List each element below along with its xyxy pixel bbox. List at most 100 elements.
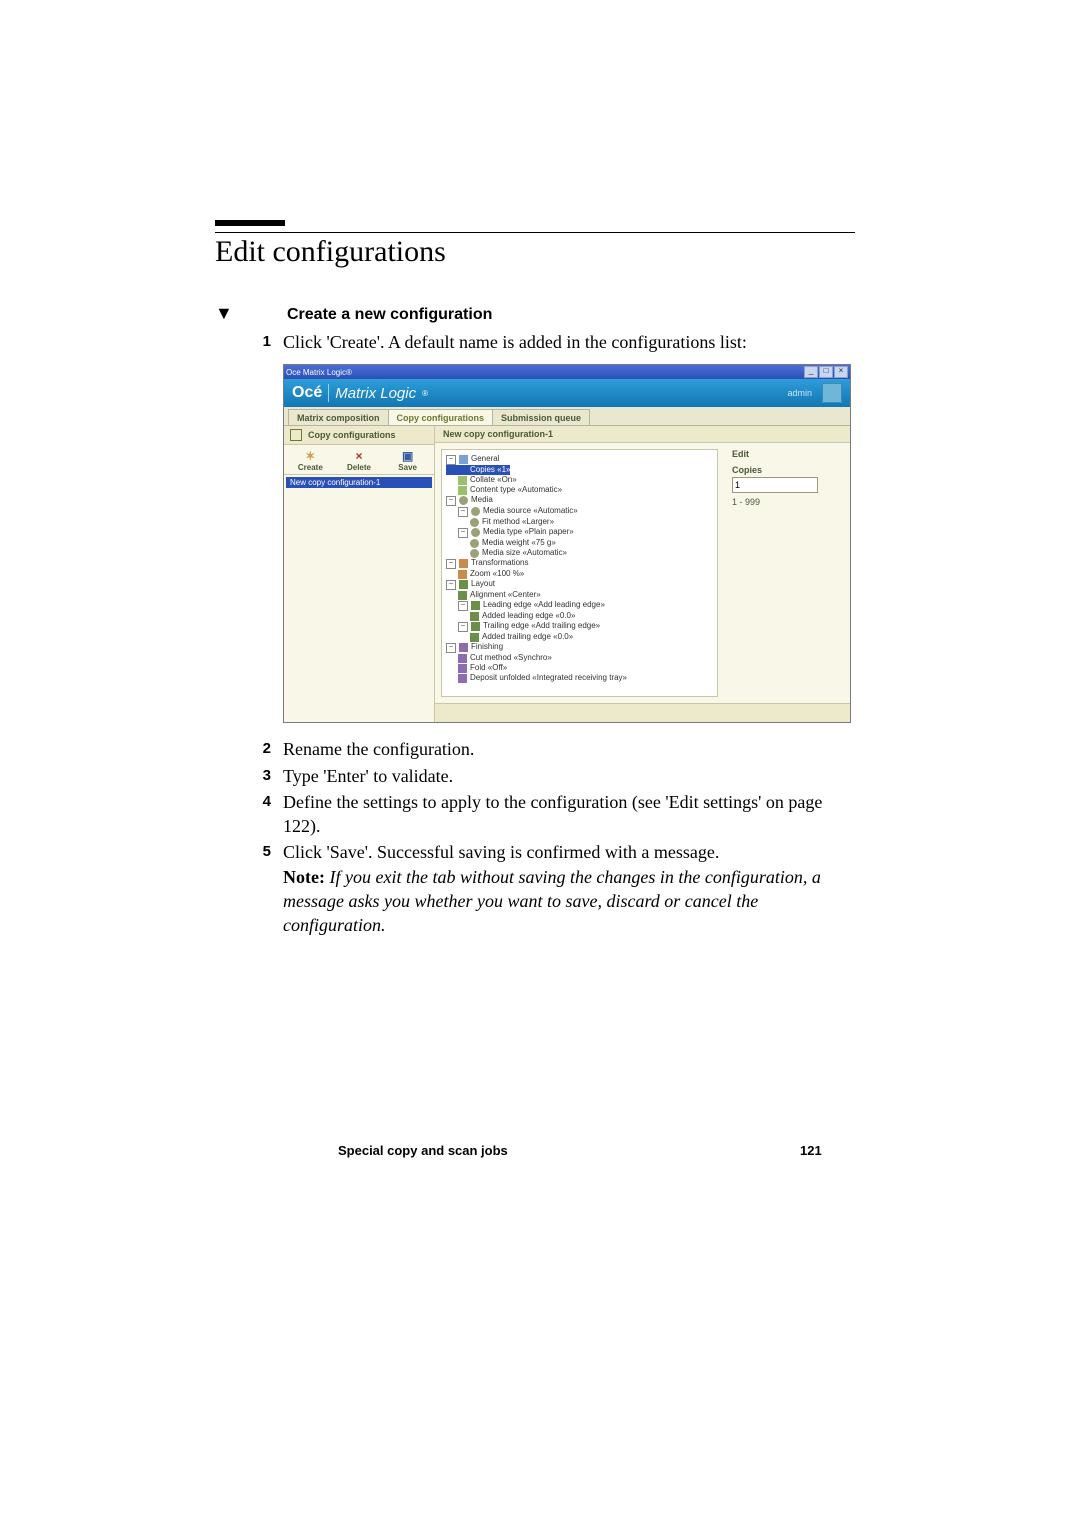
- save-label: Save: [384, 463, 432, 472]
- subhead-marker-icon: ▼: [215, 303, 233, 324]
- tree-fit-method[interactable]: Fit method «Larger»: [482, 517, 554, 526]
- tree-collate[interactable]: Collate «On»: [470, 475, 517, 484]
- minimize-icon[interactable]: _: [804, 366, 818, 378]
- tree-media-source[interactable]: Media source «Automatic»: [483, 506, 578, 515]
- window-title: Oce Matrix Logic®: [286, 368, 352, 377]
- tree-alignment[interactable]: Alignment «Center»: [470, 590, 541, 599]
- footer-section: Special copy and scan jobs: [338, 1143, 508, 1158]
- tree-trailing-edge[interactable]: Trailing edge «Add trailing edge»: [483, 621, 600, 630]
- maximize-icon[interactable]: □: [819, 366, 833, 378]
- leaf-icon: [470, 612, 479, 621]
- collapse-icon[interactable]: −: [446, 455, 456, 465]
- side-title: Copy configurations: [308, 430, 396, 440]
- collapse-icon[interactable]: −: [446, 496, 456, 506]
- tab-copy-configurations[interactable]: Copy configurations: [388, 409, 494, 425]
- collapse-icon[interactable]: −: [446, 643, 456, 653]
- tree-leading-edge[interactable]: Leading edge «Add leading edge»: [483, 600, 605, 609]
- tree-content-type[interactable]: Content type «Automatic»: [470, 485, 562, 494]
- collapse-icon[interactable]: −: [446, 580, 456, 590]
- tree-general[interactable]: General: [471, 454, 499, 463]
- brand-product: Matrix Logic: [335, 385, 416, 402]
- leaf-icon: [470, 539, 479, 548]
- edit-title: Edit: [732, 449, 842, 459]
- collapse-icon[interactable]: −: [458, 601, 468, 611]
- window-titlebar: Oce Matrix Logic® _ □ ×: [284, 365, 850, 379]
- leaf-icon: [470, 549, 479, 558]
- create-button[interactable]: ✶ Create: [286, 449, 334, 472]
- step-number: 4: [215, 790, 271, 839]
- leaf-icon: [458, 486, 467, 495]
- step-number: 1: [215, 330, 271, 354]
- tree-zoom[interactable]: Zoom «100 %»: [470, 569, 524, 578]
- delete-label: Delete: [335, 463, 383, 472]
- tree-fold[interactable]: Fold «Off»: [470, 663, 507, 672]
- tree-added-leading[interactable]: Added leading edge «0.0»: [482, 611, 575, 620]
- registered-icon: ®: [422, 389, 428, 398]
- leaf-icon: [471, 622, 480, 631]
- tree-finishing[interactable]: Finishing: [471, 642, 503, 651]
- copies-input[interactable]: [732, 477, 818, 493]
- tab-matrix-composition[interactable]: Matrix composition: [288, 409, 389, 425]
- tree-media-size[interactable]: Media size «Automatic»: [482, 548, 567, 557]
- leaf-icon: [470, 518, 479, 527]
- save-icon: ▣: [384, 449, 432, 463]
- leaf-icon: [470, 633, 479, 642]
- tree-added-trailing[interactable]: Added trailing edge «0.0»: [482, 632, 573, 641]
- subhead: Create a new configuration: [287, 306, 492, 324]
- note-body: If you exit the tab without saving the c…: [283, 867, 821, 936]
- section-title: Edit configurations: [215, 232, 855, 269]
- brand-logo-text: Océ: [292, 384, 322, 402]
- create-label: Create: [286, 463, 334, 472]
- current-user: admin: [787, 388, 812, 398]
- leaf-icon: [458, 570, 467, 579]
- collapse-icon[interactable]: −: [458, 622, 468, 632]
- close-icon[interactable]: ×: [834, 366, 848, 378]
- step-text: Define the settings to apply to the conf…: [283, 790, 855, 839]
- leaf-icon: [458, 466, 467, 475]
- delete-button[interactable]: × Delete: [335, 449, 383, 472]
- status-bar: [435, 703, 850, 722]
- folder-icon: [459, 455, 468, 464]
- leaf-icon: [458, 664, 467, 673]
- step-text: Type 'Enter' to validate.: [283, 764, 855, 788]
- collapse-icon[interactable]: −: [458, 528, 468, 538]
- tree-media-weight[interactable]: Media weight «75 g»: [482, 538, 556, 547]
- embedded-screenshot: Oce Matrix Logic® _ □ × Océ Matrix Logic…: [283, 364, 855, 723]
- transform-icon: [459, 559, 468, 568]
- note-label: Note:: [283, 867, 325, 887]
- wand-icon: ✶: [286, 449, 334, 463]
- settings-tree[interactable]: − General Copies «1» Collate «On» Content…: [441, 449, 718, 697]
- step-text: Click 'Save'. Successful saving is confi…: [283, 840, 855, 937]
- main-title: New copy configuration-1: [435, 426, 850, 443]
- step-text: Rename the configuration.: [283, 737, 855, 761]
- media-icon: [471, 507, 480, 516]
- step-number: 5: [215, 840, 271, 937]
- tab-submission-queue[interactable]: Submission queue: [492, 409, 590, 425]
- config-list-item[interactable]: New copy configuration-1: [286, 477, 432, 488]
- edit-field-label: Copies: [732, 465, 842, 475]
- collapse-icon[interactable]: −: [446, 559, 456, 569]
- leaf-icon: [458, 591, 467, 600]
- step-text: Click 'Create'. A default name is added …: [283, 330, 855, 354]
- leaf-icon: [458, 476, 467, 485]
- brand-bar: Océ Matrix Logic ® admin: [284, 379, 850, 407]
- copies-range: 1 - 999: [732, 497, 842, 507]
- tree-copies[interactable]: Copies «1»: [470, 465, 510, 474]
- save-button[interactable]: ▣ Save: [384, 449, 432, 472]
- tree-media-type[interactable]: Media type «Plain paper»: [483, 527, 574, 536]
- tree-media[interactable]: Media: [471, 495, 493, 504]
- pane-icon: [290, 429, 302, 441]
- tree-cut-method[interactable]: Cut method «Synchro»: [470, 653, 552, 662]
- tree-layout[interactable]: Layout: [471, 579, 495, 588]
- layout-icon: [459, 580, 468, 589]
- leaf-icon: [458, 674, 467, 683]
- step5-main: Click 'Save'. Successful saving is confi…: [283, 842, 719, 862]
- collapse-icon[interactable]: −: [458, 507, 468, 517]
- tree-transformations[interactable]: Transformations: [471, 558, 529, 567]
- brand-status-icon: [822, 383, 842, 403]
- media-icon: [459, 496, 468, 505]
- edit-panel: Edit Copies 1 - 999: [724, 443, 850, 703]
- footer-page-number: 121: [800, 1143, 822, 1158]
- tree-deposit[interactable]: Deposit unfolded «Integrated receiving t…: [470, 673, 627, 682]
- section-rule: [215, 220, 285, 226]
